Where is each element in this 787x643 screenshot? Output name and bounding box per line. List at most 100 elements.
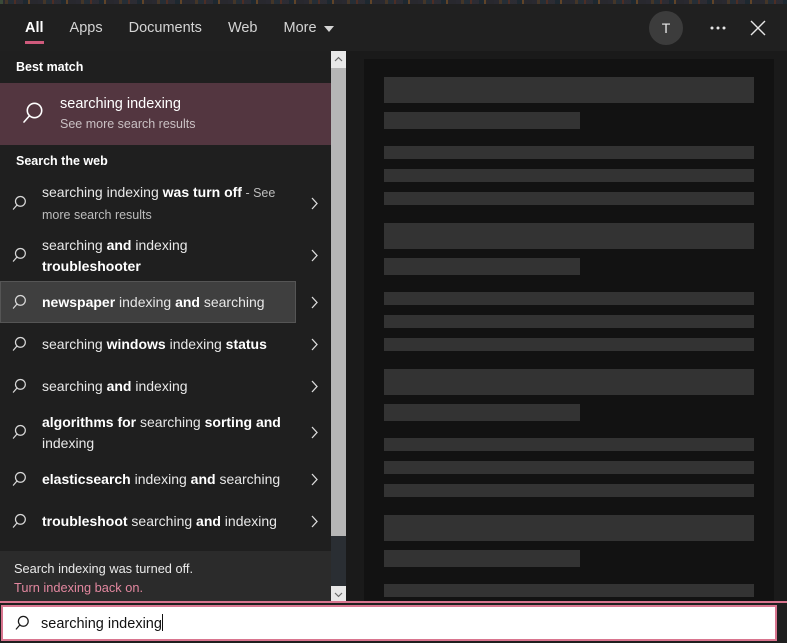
suggestion-bold-token: and xyxy=(175,293,200,310)
skeleton-bar xyxy=(384,515,754,541)
search-icon xyxy=(12,471,26,486)
web-suggestion-item[interactable]: searching and indexing xyxy=(0,365,331,407)
more-options-button[interactable] xyxy=(699,9,737,47)
search-icon xyxy=(12,336,26,351)
search-icon xyxy=(0,194,42,213)
close-icon xyxy=(750,20,766,35)
tab-documents[interactable]: Documents xyxy=(116,4,215,37)
preview-skeleton xyxy=(364,59,774,603)
suggestion-label: elasticsearch indexing and searching xyxy=(42,469,297,490)
windows-search-window: All Apps Documents Web More T Best match… xyxy=(0,0,787,643)
search-icon xyxy=(12,378,26,393)
suggestion-bold-token: and xyxy=(106,377,132,394)
skeleton-group xyxy=(384,223,754,351)
avatar-initial: T xyxy=(661,19,671,36)
results-scrollbar[interactable] xyxy=(331,51,346,603)
skeleton-bar xyxy=(384,404,581,421)
skeleton-bar xyxy=(384,258,581,275)
search-input-value: searching indexing xyxy=(41,616,162,632)
suggestion-bold-token: and xyxy=(106,237,132,253)
best-match-text: searching indexing See more search resul… xyxy=(58,95,195,133)
tab-more[interactable]: More xyxy=(271,4,347,37)
suggestion-label: newspaper indexing and searching xyxy=(42,292,297,313)
tab-apps[interactable]: Apps xyxy=(57,4,116,37)
skeleton-group xyxy=(384,369,754,497)
best-match-subtitle: See more search results xyxy=(60,117,196,131)
avatar[interactable]: T xyxy=(649,10,683,45)
chevron-up-icon xyxy=(334,56,343,62)
skeleton-bar xyxy=(384,192,754,205)
tab-active-underline xyxy=(25,41,44,44)
skeleton-bar xyxy=(384,169,754,182)
skeleton-bar xyxy=(384,461,754,474)
suggestion-bold-token: newspaper xyxy=(42,293,116,310)
search-icon xyxy=(12,247,26,262)
web-suggestion-list: searching indexing was turn off - See mo… xyxy=(0,177,331,542)
skeleton-bar xyxy=(384,77,754,103)
skeleton-bar xyxy=(384,146,754,159)
suggestion-token: searching xyxy=(42,377,107,394)
suggestion-label: searching indexing was turn off - See mo… xyxy=(42,182,297,225)
skeleton-bar xyxy=(384,223,754,249)
suggestion-bold-token: sorting and xyxy=(204,414,281,430)
chevron-right-icon[interactable] xyxy=(297,425,331,440)
suggestion-token: searching xyxy=(199,293,265,310)
skeleton-bar xyxy=(384,112,581,129)
notification-message: Search indexing was turned off. xyxy=(14,561,194,576)
suggestion-bold-token: and xyxy=(196,512,221,529)
suggestion-token: searching xyxy=(42,237,107,253)
scrollbar-thumb[interactable] xyxy=(331,68,346,536)
skeleton-group xyxy=(384,77,754,205)
tab-all[interactable]: All xyxy=(12,4,57,44)
web-suggestion-item[interactable]: elasticsearch indexing and searching xyxy=(0,458,331,500)
suggestion-token: searching indexing xyxy=(42,184,163,200)
search-icon xyxy=(12,195,26,210)
suggestion-bold-token: windows xyxy=(106,335,166,352)
tab-all-label: All xyxy=(25,19,44,36)
suggestion-token: searching xyxy=(215,470,281,487)
web-suggestion-item[interactable]: algorithms for searching sorting and ind… xyxy=(0,407,331,458)
chevron-right-icon[interactable] xyxy=(297,248,331,263)
chevron-right-icon[interactable] xyxy=(297,196,331,211)
web-suggestion-item[interactable]: newspaper indexing and searching xyxy=(0,281,331,323)
search-input[interactable]: searching indexing xyxy=(1,605,777,641)
suggestion-bold-token: troubleshooter xyxy=(42,257,141,274)
suggestion-label: troubleshoot searching and indexing xyxy=(42,511,297,532)
turn-indexing-back-on-link[interactable]: Turn indexing back on. xyxy=(14,578,331,597)
text-cursor xyxy=(161,614,163,631)
tab-web-label: Web xyxy=(227,19,258,36)
header-actions: T xyxy=(649,4,777,51)
search-bar: searching indexing xyxy=(0,603,787,643)
search-icon xyxy=(14,99,58,129)
chevron-right-icon[interactable] xyxy=(297,337,331,352)
web-suggestion-item[interactable]: searching windows indexing status xyxy=(0,323,331,365)
best-match-item[interactable]: searching indexing See more search resul… xyxy=(0,83,331,145)
search-input-text: searching indexing xyxy=(41,614,163,632)
close-button[interactable] xyxy=(739,9,777,47)
suggestion-bold-token: was turn off xyxy=(162,184,242,200)
skeleton-bar xyxy=(384,584,754,597)
scrollbar-track[interactable] xyxy=(331,68,346,586)
search-icon xyxy=(0,335,42,354)
chevron-right-icon[interactable] xyxy=(297,295,331,310)
suggestion-token: indexing xyxy=(130,470,191,487)
chevron-right-icon[interactable] xyxy=(297,472,331,487)
best-match-title: searching indexing xyxy=(60,96,181,112)
chevron-right-icon[interactable] xyxy=(297,379,331,394)
scrollbar-up-button[interactable] xyxy=(331,51,346,68)
web-suggestion-item[interactable]: searching and indexing troubleshooter xyxy=(0,230,331,281)
suggestion-label: algorithms for searching sorting and ind… xyxy=(42,412,297,453)
search-icon xyxy=(0,423,42,442)
chevron-right-icon[interactable] xyxy=(297,514,331,529)
suggestion-bold-token: elasticsearch xyxy=(42,470,131,487)
tab-web[interactable]: Web xyxy=(215,4,271,37)
web-suggestion-item[interactable]: searching indexing was turn off - See mo… xyxy=(0,177,331,230)
chevron-down-icon xyxy=(334,592,343,598)
skeleton-group xyxy=(384,515,754,603)
preview-panel xyxy=(346,51,787,603)
search-the-web-heading: Search the web xyxy=(16,154,108,168)
suggestion-token: searching xyxy=(127,512,197,529)
skeleton-bar xyxy=(384,550,581,567)
results-list: Best match searching indexing See more s… xyxy=(0,51,331,603)
web-suggestion-item[interactable]: troubleshoot searching and indexing xyxy=(0,500,331,542)
